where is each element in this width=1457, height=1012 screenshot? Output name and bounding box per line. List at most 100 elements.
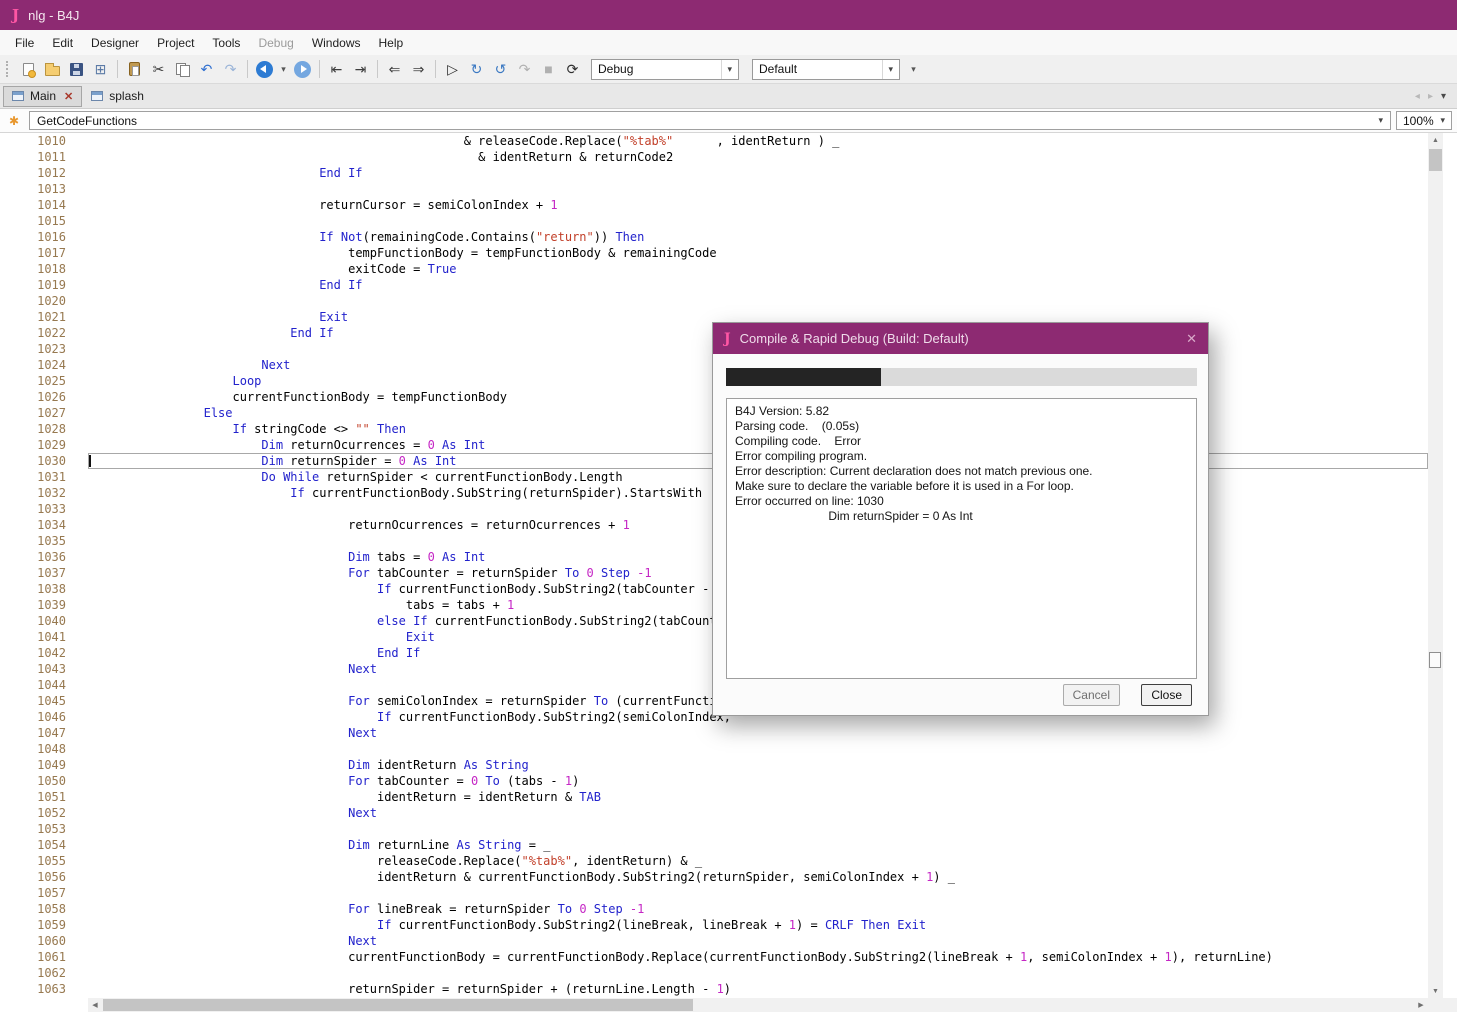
line-number[interactable]: 1018 [0,261,66,277]
menu-windows[interactable]: Windows [303,32,370,54]
close-tab-icon[interactable]: ✕ [64,90,73,103]
refresh-icon[interactable]: ⟳ [561,58,584,81]
paste-icon[interactable] [123,58,146,81]
code-line[interactable]: 1011 & identReturn & returnCode2 [0,149,1428,165]
comment-icon[interactable]: ⇐ [383,58,406,81]
navigate-back-icon[interactable] [253,58,276,81]
line-number[interactable]: 1022 [0,325,66,341]
line-number[interactable]: 1056 [0,869,66,885]
line-number[interactable]: 1020 [0,293,66,309]
scroll-down-icon[interactable]: ▼ [1428,984,1443,998]
resume-icon[interactable]: ↻ [465,58,488,81]
code-text[interactable] [88,741,1428,757]
menu-file[interactable]: File [6,32,43,54]
line-number[interactable]: 1047 [0,725,66,741]
tab-main[interactable]: Main ✕ [3,85,83,107]
indent-icon[interactable]: ⇥ [349,58,372,81]
next-tab-icon[interactable]: ▸ [1428,91,1433,102]
code-text[interactable]: exitCode = True [88,261,1428,277]
line-number[interactable]: 1029 [0,437,66,453]
line-number[interactable]: 1013 [0,181,66,197]
stop-icon[interactable]: ■ [537,58,560,81]
line-number[interactable]: 1012 [0,165,66,181]
line-number[interactable]: 1039 [0,597,66,613]
code-line[interactable]: 1012 End If [0,165,1428,181]
build-configuration-select[interactable]: Debug ▾ [591,58,739,80]
line-number[interactable]: 1057 [0,885,66,901]
code-text[interactable]: identReturn & currentFunctionBody.SubStr… [88,869,1428,885]
code-line[interactable]: 1014 returnCursor = semiColonIndex + 1 [0,197,1428,213]
line-number[interactable]: 1016 [0,229,66,245]
line-number[interactable]: 1059 [0,917,66,933]
menu-help[interactable]: Help [370,32,413,54]
line-number[interactable]: 1061 [0,949,66,965]
line-number[interactable]: 1049 [0,757,66,773]
run-icon[interactable]: ▷ [441,58,464,81]
line-number[interactable]: 1046 [0,709,66,725]
menu-designer[interactable]: Designer [82,32,148,54]
sub-selector[interactable]: GetCodeFunctions ▾ [29,111,1391,130]
code-line[interactable]: 1061 currentFunctionBody = currentFuncti… [0,949,1428,965]
cancel-button[interactable]: Cancel [1062,684,1120,706]
code-line[interactable]: 1016 If Not(remainingCode.Contains("retu… [0,229,1428,245]
code-line[interactable]: 1017 tempFunctionBody = tempFunctionBody… [0,245,1428,261]
close-button[interactable]: Close [1141,684,1192,706]
code-text[interactable]: Dim identReturn As String [88,757,1428,773]
code-text[interactable]: If currentFunctionBody.SubString2(lineBr… [88,917,1428,933]
tab-list-icon[interactable]: ▾ [1441,91,1446,102]
line-number[interactable]: 1028 [0,421,66,437]
code-text[interactable] [88,965,1428,981]
line-number[interactable]: 1010 [0,133,66,149]
line-number[interactable]: 1011 [0,149,66,165]
code-line[interactable]: 1055 releaseCode.Replace("%tab%", identR… [0,853,1428,869]
line-number[interactable]: 1053 [0,821,66,837]
line-number[interactable]: 1033 [0,501,66,517]
line-number[interactable]: 1055 [0,853,66,869]
line-number[interactable]: 1043 [0,661,66,677]
open-icon[interactable] [41,58,64,81]
line-number[interactable]: 1027 [0,405,66,421]
navigate-forward-icon[interactable] [291,58,314,81]
line-number[interactable]: 1036 [0,549,66,565]
step-over-icon[interactable]: ↷ [513,58,536,81]
line-number[interactable]: 1030 [0,453,66,469]
dialog-close-icon[interactable]: ✕ [1186,331,1197,347]
code-text[interactable]: Next [88,805,1428,821]
code-line[interactable]: 1048 [0,741,1428,757]
code-text[interactable] [88,821,1428,837]
code-line[interactable]: 1047 Next [0,725,1428,741]
line-number[interactable]: 1052 [0,805,66,821]
tab-splash[interactable]: splash [83,86,152,107]
code-line[interactable]: 1062 [0,965,1428,981]
line-number[interactable]: 1017 [0,245,66,261]
line-number[interactable]: 1041 [0,629,66,645]
line-number[interactable]: 1044 [0,677,66,693]
scroll-left-icon[interactable]: ◀ [88,998,102,1012]
copy-icon[interactable] [171,58,194,81]
line-number[interactable]: 1063 [0,981,66,997]
line-number[interactable]: 1038 [0,581,66,597]
code-line[interactable]: 1013 [0,181,1428,197]
code-text[interactable] [88,213,1428,229]
code-line[interactable]: 1053 [0,821,1428,837]
prev-tab-icon[interactable]: ◂ [1415,91,1420,102]
code-text[interactable]: tempFunctionBody = tempFunctionBody & re… [88,245,1428,261]
modules-icon[interactable]: ⊞ [89,58,112,81]
line-number[interactable]: 1031 [0,469,66,485]
code-text[interactable]: For tabCounter = 0 To (tabs - 1) [88,773,1428,789]
line-number[interactable]: 1021 [0,309,66,325]
code-line[interactable]: 1020 [0,293,1428,309]
code-text[interactable]: Next [88,725,1428,741]
code-text[interactable] [88,885,1428,901]
code-text[interactable] [88,293,1428,309]
code-line[interactable]: 1049 Dim identReturn As String [0,757,1428,773]
line-number[interactable]: 1051 [0,789,66,805]
line-number[interactable]: 1019 [0,277,66,293]
code-text[interactable]: If Not(remainingCode.Contains("return"))… [88,229,1428,245]
uncomment-icon[interactable]: ⇒ [407,58,430,81]
code-line[interactable]: 1010 & releaseCode.Replace("%tab%" , ide… [0,133,1428,149]
code-text[interactable]: currentFunctionBody = currentFunctionBod… [88,949,1428,965]
code-line[interactable]: 1057 [0,885,1428,901]
code-text[interactable]: End If [88,277,1428,293]
horizontal-scrollbar[interactable]: ◀ ▶ [88,998,1428,1012]
